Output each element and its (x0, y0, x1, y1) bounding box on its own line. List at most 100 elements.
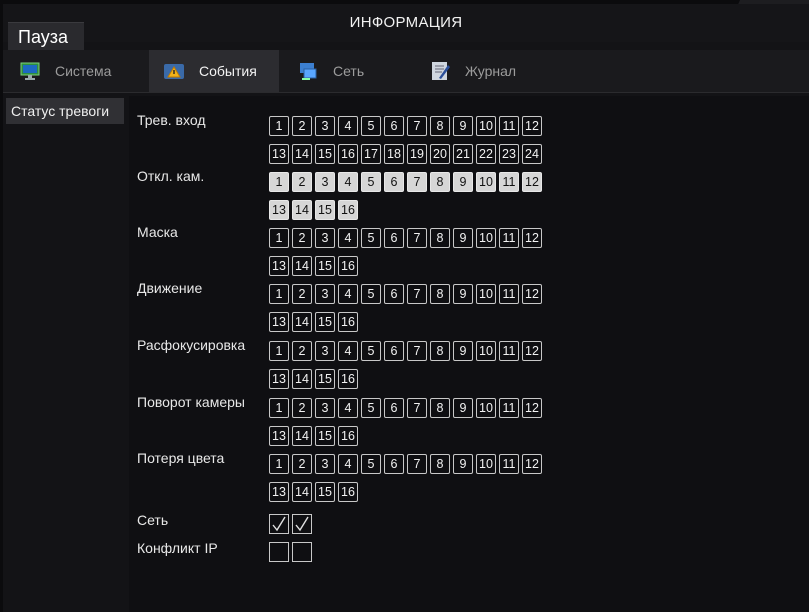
channel-box[interactable]: 2 (292, 398, 312, 418)
channel-box[interactable]: 8 (430, 454, 450, 474)
pause-button[interactable]: Пауза (8, 22, 84, 50)
channel-box[interactable]: 20 (430, 144, 450, 164)
channel-box[interactable]: 7 (407, 116, 427, 136)
tab-network[interactable]: Сеть (279, 50, 409, 92)
channel-box[interactable]: 6 (384, 398, 404, 418)
channel-box[interactable]: 6 (384, 172, 404, 192)
channel-box[interactable]: 8 (430, 116, 450, 136)
channel-box[interactable]: 4 (338, 341, 358, 361)
channel-box[interactable]: 23 (499, 144, 519, 164)
channel-box[interactable]: 19 (407, 144, 427, 164)
channel-box[interactable]: 5 (361, 398, 381, 418)
channel-box[interactable]: 13 (269, 256, 289, 276)
channel-box[interactable]: 10 (476, 116, 496, 136)
channel-box[interactable]: 10 (476, 398, 496, 418)
channel-box[interactable]: 16 (338, 369, 358, 389)
status-checkbox[interactable] (269, 514, 289, 534)
channel-box[interactable]: 14 (292, 256, 312, 276)
channel-box[interactable]: 10 (476, 228, 496, 248)
channel-box[interactable]: 4 (338, 284, 358, 304)
channel-box[interactable]: 5 (361, 341, 381, 361)
channel-box[interactable]: 13 (269, 369, 289, 389)
channel-box[interactable]: 12 (522, 228, 542, 248)
channel-box[interactable]: 16 (338, 256, 358, 276)
channel-box[interactable]: 9 (453, 284, 473, 304)
channel-box[interactable]: 12 (522, 116, 542, 136)
channel-box[interactable]: 9 (453, 228, 473, 248)
channel-box[interactable]: 16 (338, 426, 358, 446)
channel-box[interactable]: 11 (499, 172, 519, 192)
channel-box[interactable]: 9 (453, 454, 473, 474)
channel-box[interactable]: 6 (384, 116, 404, 136)
channel-box[interactable]: 7 (407, 228, 427, 248)
channel-box[interactable]: 10 (476, 454, 496, 474)
channel-box[interactable]: 9 (453, 116, 473, 136)
channel-box[interactable]: 6 (384, 454, 404, 474)
channel-box[interactable]: 1 (269, 284, 289, 304)
channel-box[interactable]: 16 (338, 482, 358, 502)
channel-box[interactable]: 13 (269, 426, 289, 446)
channel-box[interactable]: 6 (384, 341, 404, 361)
status-checkbox[interactable] (269, 542, 289, 562)
channel-box[interactable]: 7 (407, 284, 427, 304)
channel-box[interactable]: 15 (315, 369, 335, 389)
channel-box[interactable]: 8 (430, 284, 450, 304)
channel-box[interactable]: 8 (430, 398, 450, 418)
tab-log[interactable]: Журнал (409, 50, 549, 92)
channel-box[interactable]: 21 (453, 144, 473, 164)
channel-box[interactable]: 11 (499, 454, 519, 474)
channel-box[interactable]: 4 (338, 454, 358, 474)
channel-box[interactable]: 9 (453, 341, 473, 361)
channel-box[interactable]: 12 (522, 172, 542, 192)
channel-box[interactable]: 14 (292, 482, 312, 502)
channel-box[interactable]: 7 (407, 341, 427, 361)
channel-box[interactable]: 1 (269, 116, 289, 136)
channel-box[interactable]: 14 (292, 426, 312, 446)
channel-box[interactable]: 13 (269, 200, 289, 220)
channel-box[interactable]: 1 (269, 228, 289, 248)
channel-box[interactable]: 18 (384, 144, 404, 164)
channel-box[interactable]: 3 (315, 172, 335, 192)
channel-box[interactable]: 8 (430, 172, 450, 192)
channel-box[interactable]: 13 (269, 144, 289, 164)
channel-box[interactable]: 15 (315, 200, 335, 220)
status-checkbox[interactable] (292, 514, 312, 534)
channel-box[interactable]: 12 (522, 454, 542, 474)
channel-box[interactable]: 1 (269, 398, 289, 418)
channel-box[interactable]: 16 (338, 312, 358, 332)
channel-box[interactable]: 9 (453, 172, 473, 192)
channel-box[interactable]: 3 (315, 284, 335, 304)
channel-box[interactable]: 14 (292, 312, 312, 332)
channel-box[interactable]: 7 (407, 172, 427, 192)
channel-box[interactable]: 10 (476, 172, 496, 192)
channel-box[interactable]: 7 (407, 398, 427, 418)
channel-box[interactable]: 15 (315, 426, 335, 446)
channel-box[interactable]: 1 (269, 341, 289, 361)
channel-box[interactable]: 3 (315, 116, 335, 136)
channel-box[interactable]: 11 (499, 341, 519, 361)
channel-box[interactable]: 17 (361, 144, 381, 164)
channel-box[interactable]: 16 (338, 144, 358, 164)
channel-box[interactable]: 16 (338, 200, 358, 220)
channel-box[interactable]: 3 (315, 398, 335, 418)
status-checkbox[interactable] (292, 542, 312, 562)
channel-box[interactable]: 1 (269, 172, 289, 192)
channel-box[interactable]: 15 (315, 144, 335, 164)
channel-box[interactable]: 6 (384, 228, 404, 248)
channel-box[interactable]: 10 (476, 341, 496, 361)
channel-box[interactable]: 9 (453, 398, 473, 418)
channel-box[interactable]: 15 (315, 312, 335, 332)
tab-events[interactable]: События (149, 50, 279, 92)
channel-box[interactable]: 15 (315, 482, 335, 502)
channel-box[interactable]: 2 (292, 454, 312, 474)
channel-box[interactable]: 5 (361, 116, 381, 136)
tab-system[interactable]: Система (19, 50, 149, 92)
channel-box[interactable]: 4 (338, 172, 358, 192)
channel-box[interactable]: 14 (292, 144, 312, 164)
channel-box[interactable]: 12 (522, 284, 542, 304)
channel-box[interactable]: 13 (269, 482, 289, 502)
channel-box[interactable]: 4 (338, 398, 358, 418)
channel-box[interactable]: 6 (384, 284, 404, 304)
channel-box[interactable]: 11 (499, 228, 519, 248)
channel-box[interactable]: 5 (361, 228, 381, 248)
